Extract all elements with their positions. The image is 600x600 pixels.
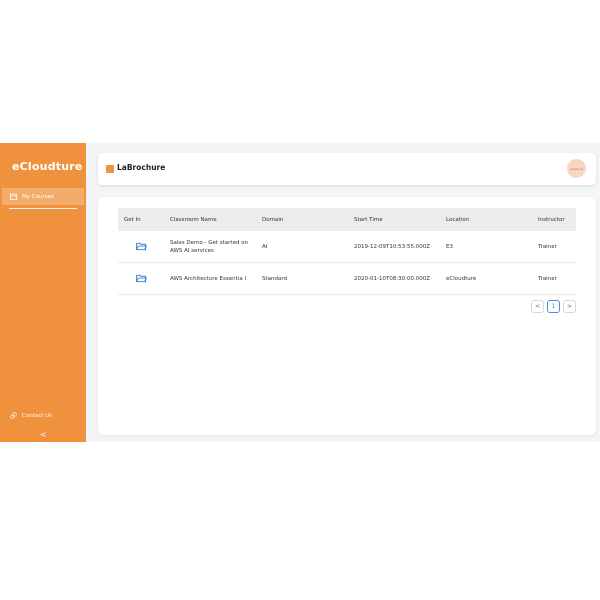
page-title: LaBrochure — [117, 163, 166, 172]
get-in-cell — [118, 242, 164, 251]
instructor-cell: Trainer — [538, 275, 557, 282]
contact-us-label: Contact Us — [22, 412, 53, 419]
courses-panel: Get In Classroom Name Domain Start Time … — [98, 197, 596, 435]
header-domain: Domain — [262, 216, 284, 223]
app-window: eCloudture My Courses Contact Us < LaBro… — [0, 143, 600, 442]
calendar-icon — [10, 193, 17, 200]
folder-open-icon[interactable] — [135, 242, 147, 251]
page-1-button[interactable]: 1 — [547, 300, 560, 313]
link-icon — [10, 412, 17, 419]
brand-logo: eCloudture — [12, 160, 83, 173]
header-location: Location — [446, 216, 470, 223]
instructor-cell: Trainer — [538, 243, 557, 250]
start-time-cell: 2019-12-09T10:53:55.000Z — [354, 243, 431, 250]
start-time-cell: 2020-01-10T08:30:00.000Z — [354, 275, 431, 282]
header-start-time: Start Time — [354, 216, 383, 223]
location-cell: eCloudture — [446, 275, 477, 282]
pagination: < 1 > — [531, 300, 576, 313]
table-row: Sales Demo - Get started on AWS AI servi… — [118, 231, 576, 263]
sidebar: eCloudture My Courses Contact Us < — [0, 143, 86, 442]
header-instructor: Instructor — [538, 216, 565, 223]
collapse-sidebar-button[interactable]: < — [40, 430, 47, 439]
header-get-in: Get In — [124, 216, 141, 223]
avatar[interactable]: ataaky.ai — [567, 159, 586, 178]
courses-table: Get In Classroom Name Domain Start Time … — [118, 208, 576, 295]
nav-underline — [9, 208, 77, 209]
table-row: AWS Architecture Essentia l Standard 202… — [118, 263, 576, 295]
sidebar-item-my-courses[interactable]: My Courses — [2, 188, 84, 205]
domain-cell: AI — [262, 243, 268, 250]
brochure-logo-icon — [106, 165, 114, 173]
domain-cell: Standard — [262, 275, 288, 282]
table-header: Get In Classroom Name Domain Start Time … — [118, 208, 576, 231]
prev-page-button[interactable]: < — [531, 300, 544, 313]
header-bar: LaBrochure ataaky.ai — [98, 153, 596, 185]
get-in-cell — [118, 274, 164, 283]
contact-us-link[interactable]: Contact Us — [10, 412, 52, 419]
next-page-button[interactable]: > — [563, 300, 576, 313]
classroom-name: Sales Demo - Get started on AWS AI servi… — [170, 239, 249, 254]
classroom-name: AWS Architecture Essentia l — [170, 275, 246, 282]
folder-open-icon[interactable] — [135, 274, 147, 283]
header-classroom-name: Classroom Name — [170, 216, 217, 223]
location-cell: E3 — [446, 243, 453, 250]
sidebar-item-label: My Courses — [22, 193, 54, 200]
